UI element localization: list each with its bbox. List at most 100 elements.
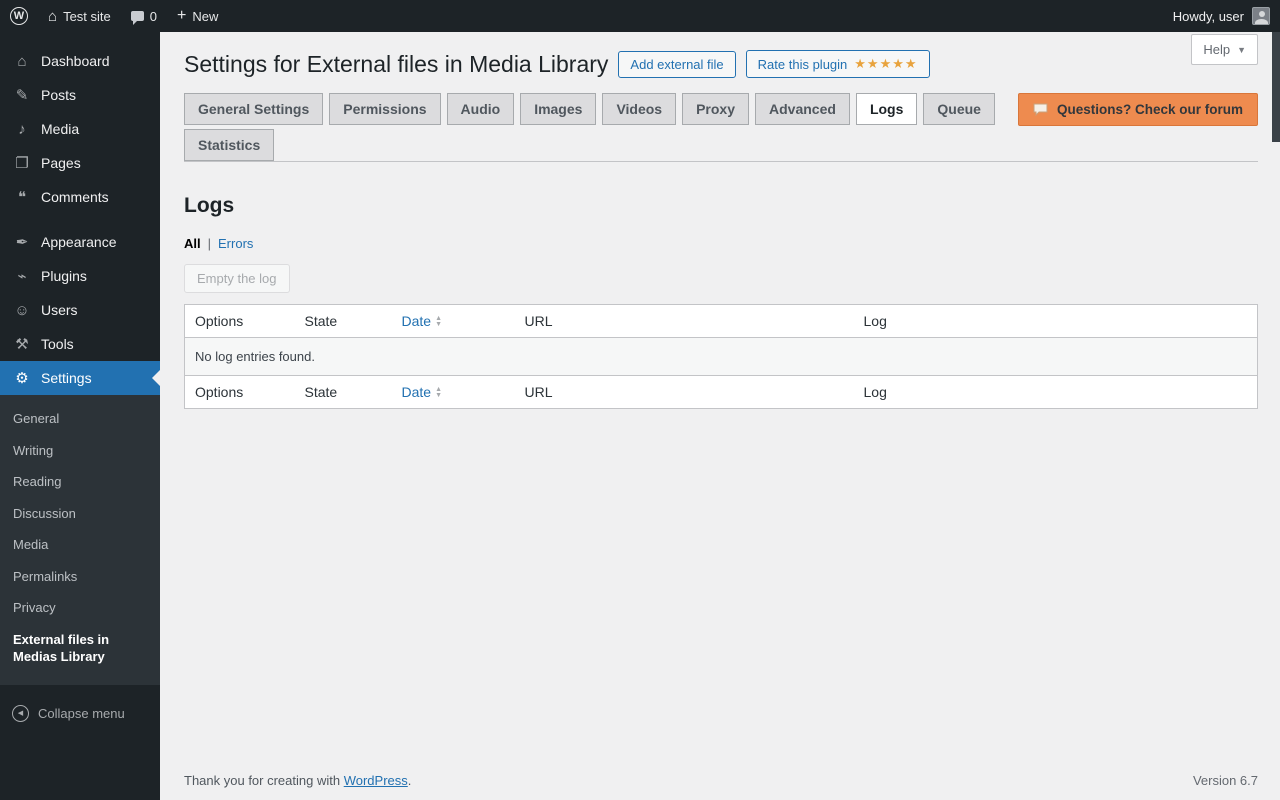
sidebar-item-label: Appearance <box>41 234 117 250</box>
footer-thanks-text: Thank you for creating with <box>184 773 341 788</box>
submenu-item-general[interactable]: General <box>0 403 160 435</box>
submenu-item-reading[interactable]: Reading <box>0 466 160 498</box>
sidebar-item-label: Plugins <box>41 268 87 284</box>
admin-bar-right: Howdy, user <box>1173 7 1280 25</box>
admin-footer: Thank you for creating with WordPress. V… <box>184 773 1258 788</box>
tab-permissions[interactable]: Permissions <box>329 93 441 125</box>
tab-audio[interactable]: Audio <box>446 93 515 125</box>
date-sort-link[interactable]: Date <box>402 384 432 400</box>
date-sort-link[interactable]: Date <box>402 313 432 329</box>
sidebar-item-label: Dashboard <box>41 53 110 69</box>
wordpress-link[interactable]: WordPress <box>344 773 408 788</box>
column-footer-log: Log <box>853 375 1258 409</box>
sidebar-item-dashboard[interactable]: ⌂ Dashboard <box>0 44 160 78</box>
log-filters: All | Errors <box>184 236 1258 251</box>
sidebar-item-posts[interactable]: ✎ Posts <box>0 78 160 112</box>
sidebar-item-label: Pages <box>41 155 81 171</box>
howdy-label[interactable]: Howdy, user <box>1173 9 1244 24</box>
sidebar-item-tools[interactable]: ⚒ Tools <box>0 327 160 361</box>
posts-icon: ✎ <box>15 87 29 104</box>
comments-bubble-icon <box>130 11 144 25</box>
tab-row-2: Statistics <box>184 129 1258 161</box>
column-footer-options: Options <box>184 375 295 409</box>
column-header-options: Options <box>184 304 295 338</box>
sidebar-item-label: Comments <box>41 189 109 205</box>
settings-icon: ⚙ <box>15 370 29 387</box>
sidebar-item-label: Users <box>41 302 78 318</box>
users-icon: ☺ <box>14 301 30 319</box>
sidebar-item-pages[interactable]: ❐ Pages <box>0 146 160 180</box>
log-table: Options State Date ▲ ▼ URL Log No log entr… <box>184 304 1258 409</box>
page-title-row: Settings for External files in Media Lib… <box>184 32 1258 78</box>
column-header-date: Date ▲ ▼ <box>391 304 515 338</box>
tab-queue[interactable]: Queue <box>923 93 995 125</box>
sidebar-item-settings[interactable]: ⚙ Settings <box>0 361 160 395</box>
plus-icon: + <box>176 7 187 24</box>
add-external-file-label: Add external file <box>630 56 724 72</box>
media-icon: ♪ <box>18 120 26 138</box>
chevron-down-icon: ▼ <box>1237 44 1246 55</box>
admin-bar: W ⌂ Test site 0 + New Howdy, user <box>0 0 1280 32</box>
logs-heading: Logs <box>184 194 235 217</box>
site-name-menu[interactable]: ⌂ Test site <box>38 0 121 32</box>
tab-logs[interactable]: Logs <box>855 93 918 125</box>
filter-errors[interactable]: Errors <box>218 236 253 251</box>
submenu-item-permalinks[interactable]: Permalinks <box>0 561 160 593</box>
tab-general-settings[interactable]: General Settings <box>184 93 324 125</box>
rate-plugin-button[interactable]: Rate this plugin ★★★★★ <box>745 50 930 78</box>
main-content: Help ▼ Settings for External files in Me… <box>160 32 1280 800</box>
empty-log-button[interactable]: Empty the log <box>184 264 290 293</box>
add-external-file-button[interactable]: Add external file <box>618 50 736 78</box>
sidebar-item-appearance[interactable]: ✒ Appearance <box>0 225 160 259</box>
sidebar-item-label: Media <box>41 121 80 137</box>
tab-videos[interactable]: Videos <box>602 93 677 125</box>
wordpress-logo-icon: W <box>10 7 28 25</box>
speech-bubble-icon <box>1033 103 1048 116</box>
table-row: No log entries found. <box>184 337 1258 376</box>
scrollbar[interactable] <box>1272 32 1280 142</box>
column-footer-state: State <box>294 375 392 409</box>
appearance-icon: ✒ <box>15 234 29 251</box>
sidebar-item-comments[interactable]: ❝ Comments <box>0 180 160 214</box>
sidebar-item-media[interactable]: ♪ Media <box>0 112 160 146</box>
submenu-item-media[interactable]: Media <box>0 529 160 561</box>
footer-thanks: Thank you for creating with WordPress. <box>184 773 411 788</box>
sidebar-item-users[interactable]: ☺ Users <box>0 293 160 327</box>
tab-statistics[interactable]: Statistics <box>184 129 275 161</box>
forum-button[interactable]: Questions? Check our forum <box>1017 93 1258 126</box>
tab-proxy[interactable]: Proxy <box>682 93 750 125</box>
column-header-url: URL <box>514 304 854 338</box>
sidebar-item-plugins[interactable]: ⌁ Plugins <box>0 259 160 293</box>
active-item-arrow <box>144 370 160 386</box>
home-icon: ⌂ <box>48 7 58 25</box>
submenu-item-writing[interactable]: Writing <box>0 435 160 467</box>
submenu-item-discussion[interactable]: Discussion <box>0 498 160 530</box>
new-label: New <box>192 8 219 24</box>
page-title: Settings for External files in Media Lib… <box>184 50 609 77</box>
user-avatar[interactable] <box>1252 7 1270 25</box>
forum-button-label: Questions? Check our forum <box>1056 102 1243 117</box>
column-header-log: Log <box>853 304 1258 338</box>
wordpress-logo-menu[interactable]: W <box>0 0 38 32</box>
site-name-label: Test site <box>63 8 111 24</box>
new-content-menu[interactable]: + New <box>167 0 228 32</box>
menu-separator <box>0 214 160 225</box>
admin-bar-left: W ⌂ Test site 0 + New <box>0 0 228 32</box>
sort-arrows-icon: ▲ ▼ <box>435 315 443 329</box>
empty-message: No log entries found. <box>184 337 1258 376</box>
table-header-row: Options State Date ▲ ▼ URL Log <box>184 304 1258 338</box>
pages-icon: ❐ <box>15 155 29 172</box>
table-footer-row: Options State Date ▲ ▼ URL Log <box>184 375 1258 409</box>
sidebar-item-label: Posts <box>41 87 77 103</box>
tab-advanced[interactable]: Advanced <box>755 93 850 125</box>
collapse-menu-button[interactable]: ◀ Collapse menu <box>0 695 160 732</box>
comments-menu[interactable]: 0 <box>121 0 167 32</box>
filter-all[interactable]: All <box>184 236 201 251</box>
version-label: Version 6.7 <box>1192 773 1258 788</box>
help-label: Help <box>1203 42 1231 57</box>
tab-images[interactable]: Images <box>520 93 597 125</box>
help-button[interactable]: Help ▼ <box>1191 34 1258 65</box>
submenu-item-privacy[interactable]: Privacy <box>0 592 160 624</box>
column-footer-date: Date ▲ ▼ <box>391 375 515 409</box>
submenu-item-external-files[interactable]: External files in Medias Library <box>0 624 160 673</box>
